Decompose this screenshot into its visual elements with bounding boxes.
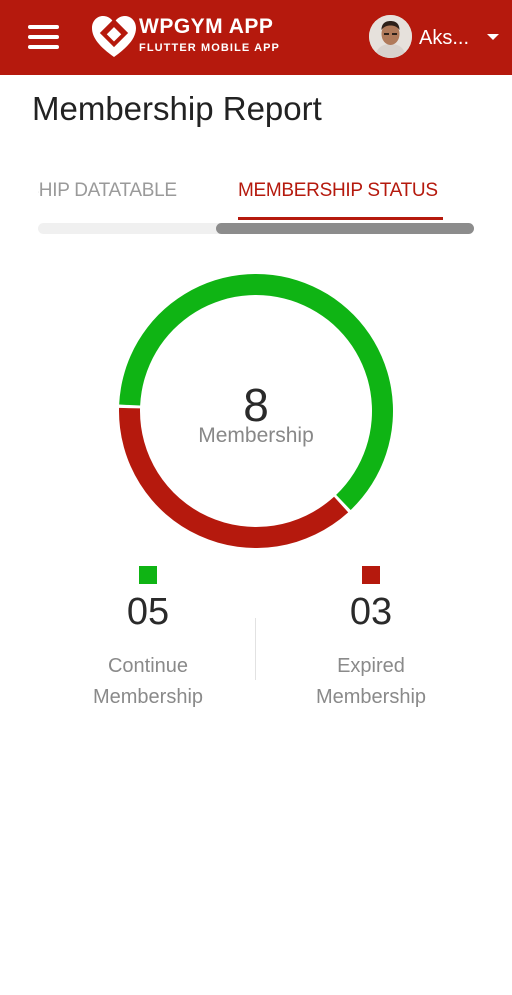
legend-swatch-continue [139,566,157,584]
tab-membership-datatable[interactable]: RSHIP DATATABLE [38,180,177,202]
tab-scrollbar-thumb[interactable] [216,223,474,234]
legend-swatch-expired [362,566,380,584]
brand-subtitle: FLUTTER MOBILE APP [139,42,280,54]
hamburger-menu-icon[interactable] [28,24,60,50]
legend-continue: 05 Continue Membership [48,566,248,713]
page-title: Membership Report [32,90,322,127]
legend-label-continue-membership: Membership [92,686,204,708]
tab-membership-status[interactable]: MEMBERSHIP STATUS [238,180,438,202]
legend-expired: 03 Expired Membership [271,566,471,713]
legend-divider [255,618,256,680]
legend-label-expired: Expired [337,655,405,677]
active-tab-indicator [238,217,443,220]
caret-down-icon[interactable] [487,34,499,40]
user-avatar-icon [369,15,412,58]
wpgym-logo-icon [92,16,136,57]
legend-value-expired: 03 [349,591,393,633]
tab-bar: RSHIP DATATABLE MEMBERSHIP STATUS [38,170,474,222]
donut-total-label: Membership [198,424,314,447]
app-bar: WPGYM APP FLUTTER MOBILE APP Aks... [0,0,512,75]
legend-label-expired-membership: Membership [315,686,427,708]
avatar[interactable] [369,15,412,58]
user-name[interactable]: Aks... [419,27,469,50]
brand-title: WPGYM APP [139,15,274,38]
legend-label-continue: Continue [107,655,189,677]
legend-value-continue: 05 [126,591,170,633]
